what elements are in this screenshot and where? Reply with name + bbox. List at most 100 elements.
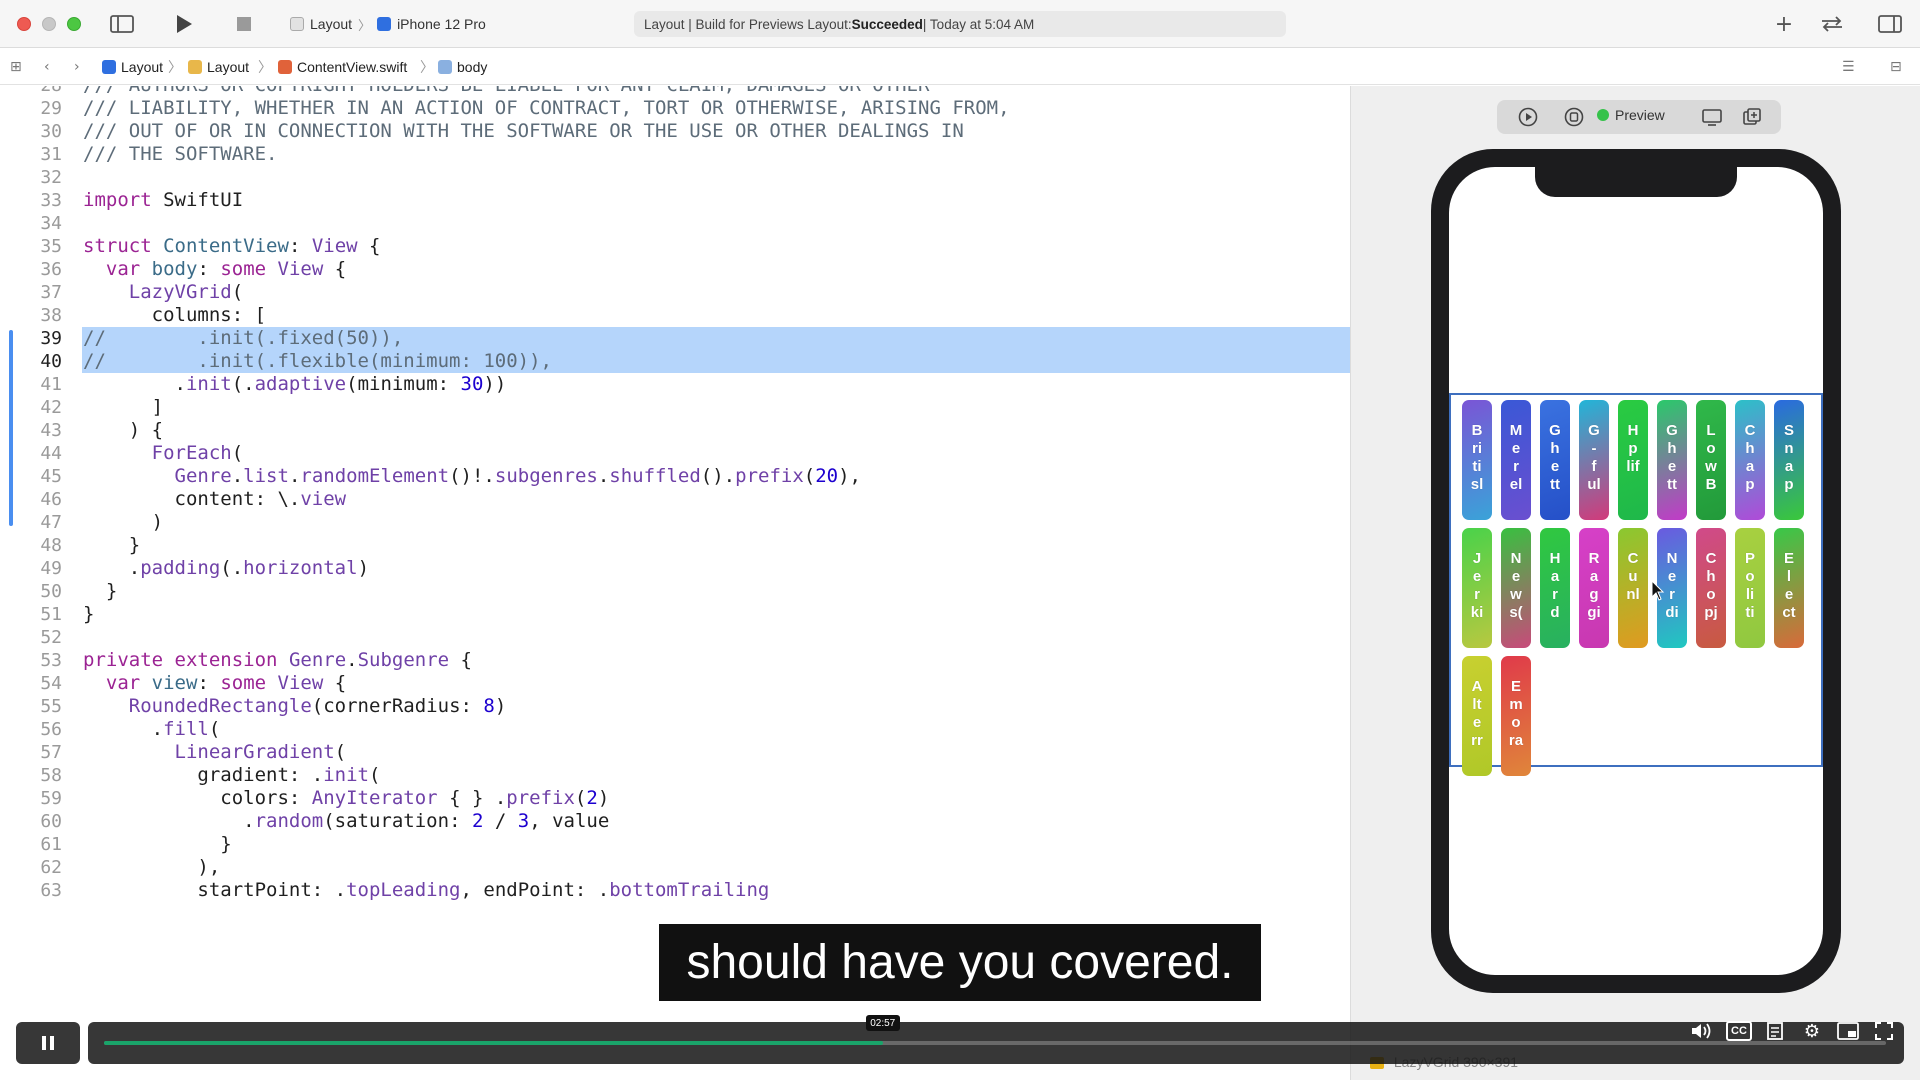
add-icon[interactable]: + [1772,11,1796,37]
subgenre-tile[interactable]: G - f ul [1579,400,1609,520]
code-token: 8 [483,695,495,717]
navigator-toggle-icon[interactable] [108,11,136,37]
tile-letter: li [1745,586,1755,603]
subgenre-tile[interactable]: Me r el [1501,400,1531,520]
subgenre-tile[interactable]: Bri ti sl [1462,400,1492,520]
code-token: ( [231,281,244,303]
breadcrumb-label: ContentView.swift [297,59,408,75]
caption-text: should have you covered. [686,936,1234,989]
tile-letter: G [1549,422,1561,439]
tile-letter: w [1705,458,1717,475]
live-preview-icon[interactable] [1517,106,1539,128]
subgenre-tile[interactable]: LowB [1696,400,1726,520]
code-token: ForEach [151,442,232,464]
picture-in-picture-icon[interactable] [1834,1018,1862,1044]
code-token: /// LIABILITY, WHETHER IN AN ACTION OF C… [83,97,1010,119]
line-number: 48 [40,535,62,556]
forward-icon[interactable]: › [74,59,80,75]
fullscreen-icon[interactable] [1870,1018,1898,1044]
line-number: 63 [40,880,62,901]
zoom-window-button[interactable] [67,17,81,31]
subgenre-tile[interactable]: Gh e tt [1657,400,1687,520]
device-settings-icon[interactable] [1701,106,1723,128]
line-number: 61 [40,834,62,855]
code-line[interactable]: 63 startPoint: .topLeading, endPoint: .b… [0,879,1350,907]
code-token: 20 [815,465,839,487]
code-token: private [83,649,164,671]
line-number: 28 [0,86,62,97]
subgenre-tile[interactable]: Ne w s( [1501,528,1531,648]
scheme-selector[interactable]: Layout 〉 iPhone 12 Pro [290,14,486,34]
device-screen[interactable]: Bri ti sl Me r el Gh e tt G - f ul Hp lif Gh e tt Lo w B Ch a p… [1449,167,1823,975]
line-number: 39 [40,328,62,349]
closed-captions-icon[interactable]: CC [1726,1021,1752,1041]
subgenre-tile[interactable]: Ra g gi [1579,528,1609,648]
scrubber-rail[interactable]: 02:57 [104,1015,1886,1045]
subgenre-tile[interactable]: Alt e rr [1462,656,1492,776]
code-token: subgenres [494,465,598,487]
subgenre-tile[interactable]: Ch o pj [1696,528,1726,648]
editor-options-icon[interactable]: ☰ [1842,59,1855,75]
tile-letter: E [1510,678,1521,695]
code-text: columns: [ [83,304,266,327]
related-items-icon[interactable]: ⊞ [10,59,22,75]
tile-letter: E [1783,550,1794,567]
line-number: 41 [40,374,62,395]
line-number: 32 [40,167,62,188]
breadcrumb-folder[interactable]: Layout [188,57,249,77]
tile-letter: R [1588,550,1600,567]
subgenre-tile[interactable]: Po li ti [1735,528,1765,648]
subgenre-tile[interactable]: Cu nl [1618,528,1648,648]
subgenre-tile[interactable]: Hard [1540,528,1570,648]
minimize-window-button[interactable] [42,17,56,31]
run-icon[interactable] [172,11,196,37]
code-token: . [231,465,244,487]
breadcrumb-project[interactable]: Layout [102,57,163,77]
code-text: var body: some View { [83,258,346,281]
settings-gear-icon[interactable]: ⚙ [1798,1018,1826,1044]
code-token: view [151,672,198,694]
preview-label: Preview [1615,107,1665,123]
duplicate-preview-icon[interactable] [1741,106,1763,128]
tile-letter: pj [1704,604,1718,621]
add-editor-icon[interactable]: ⊟ [1890,59,1902,75]
tile-letter: e [1472,568,1482,585]
breadcrumb-file[interactable]: ContentView.swift [278,57,407,77]
subgenre-tile[interactable]: Gh e tt [1540,400,1570,520]
preview-status[interactable]: Preview [1597,107,1665,123]
code-token: content: \. [83,488,301,510]
transcript-icon[interactable] [1762,1018,1790,1044]
tile-letter: a [1745,458,1755,475]
activity-prefix: Layout | Build for Previews Layout: [644,16,852,32]
code-text: startPoint: .topLeading, endPoint: .bott… [83,879,769,902]
subgenre-tile[interactable]: Je r ki [1462,528,1492,648]
back-icon[interactable]: ‹ [44,59,50,75]
code-token: import [83,189,152,211]
breadcrumb-symbol[interactable]: body [438,57,487,77]
subgenre-tile[interactable]: Snap [1774,400,1804,520]
tile-letter: o [1511,714,1521,731]
scheme-device-label[interactable]: iPhone 12 Pro [397,16,486,32]
subgenre-tile[interactable]: Em o ra [1501,656,1531,776]
subgenre-tile[interactable]: El e ct [1774,528,1804,648]
activity-suffix: | Today at 5:04 AM [922,16,1035,32]
code-review-icon[interactable] [1818,11,1846,37]
stop-icon[interactable] [232,11,256,37]
tile-letter: el [1509,476,1523,493]
inspector-toggle-icon[interactable] [1876,11,1904,37]
breadcrumb-separator: 〉 [420,59,434,75]
inspect-preview-icon[interactable] [1563,106,1585,128]
line-number: 29 [40,98,62,119]
tile-letter: tt [1667,476,1677,493]
line-number: 35 [40,236,62,257]
code-token: // .init(.fixed(50)), [83,327,404,349]
tile-letter: s( [1509,604,1523,621]
close-window-button[interactable] [17,17,31,31]
subgenre-tile[interactable]: Chap [1735,400,1765,520]
volume-icon[interactable] [1688,1018,1716,1044]
code-text: // .init(.fixed(50)), [83,327,403,350]
pause-button[interactable] [16,1022,80,1064]
subgenre-tile[interactable]: Hp lif [1618,400,1648,520]
